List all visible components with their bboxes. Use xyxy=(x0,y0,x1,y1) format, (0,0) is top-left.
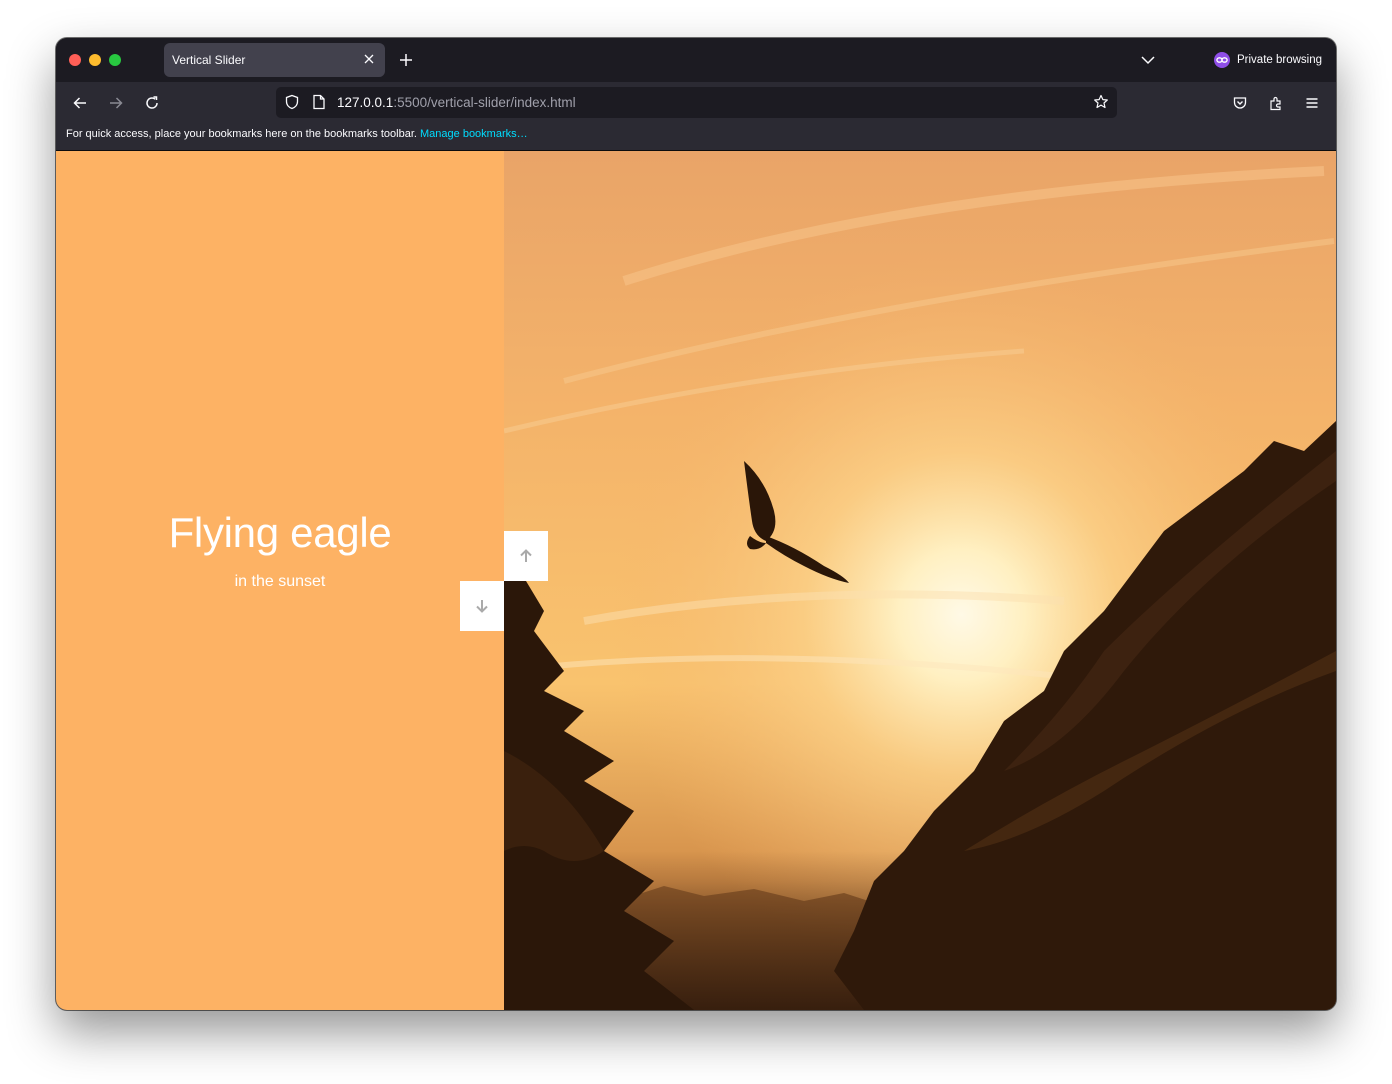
eagle-sunset-image xyxy=(504,151,1336,1010)
shield-icon[interactable] xyxy=(284,94,300,110)
url-bar[interactable]: 127.0.0.1:5500/vertical-slider/index.htm… xyxy=(276,87,1117,118)
left-slide: Flying eagle in the sunset xyxy=(56,151,504,1010)
close-icon[interactable] xyxy=(361,51,377,67)
plus-icon[interactable] xyxy=(398,52,414,68)
bookmarks-toolbar: For quick access, place your bookmarks h… xyxy=(56,124,1336,151)
navigation-bar: 127.0.0.1:5500/vertical-slider/index.htm… xyxy=(56,82,1336,124)
close-window-button[interactable] xyxy=(69,54,81,66)
slide-up-button[interactable] xyxy=(504,531,548,581)
tab-title: Vertical Slider xyxy=(172,53,246,67)
minimize-window-button[interactable] xyxy=(89,54,101,66)
forward-arrow-icon[interactable] xyxy=(108,95,124,111)
back-arrow-icon[interactable] xyxy=(72,95,88,111)
slide-subtitle: in the sunset xyxy=(234,572,326,590)
slide-title: Flying eagle xyxy=(168,508,392,556)
page-viewport: Flying eagle in the sunset xyxy=(56,151,1336,1010)
bookmarks-message: For quick access, place your bookmarks h… xyxy=(66,128,417,140)
tab-active[interactable]: Vertical Slider xyxy=(164,43,385,77)
extensions-icon[interactable] xyxy=(1268,95,1284,111)
arrow-up-icon xyxy=(520,549,532,562)
private-mask-icon xyxy=(1214,52,1230,68)
private-browsing-label: Private browsing xyxy=(1237,54,1323,66)
chevron-down-icon[interactable] xyxy=(1140,53,1156,67)
browser-window: Vertical Slider Private browsing 127.0.0… xyxy=(56,38,1336,1010)
right-slide-image xyxy=(504,151,1336,1010)
page-icon[interactable] xyxy=(312,94,326,110)
arrow-down-icon xyxy=(476,600,488,613)
tab-strip: Vertical Slider Private browsing xyxy=(56,38,1336,82)
url-text[interactable]: 127.0.0.1:5500/vertical-slider/index.htm… xyxy=(337,95,576,110)
private-browsing-indicator: Private browsing xyxy=(1214,52,1322,68)
star-icon[interactable] xyxy=(1093,94,1109,110)
slide-down-button[interactable] xyxy=(460,581,504,631)
pocket-icon[interactable] xyxy=(1232,95,1248,111)
reload-icon[interactable] xyxy=(144,95,160,111)
manage-bookmarks-link[interactable]: Manage bookmarks… xyxy=(420,128,528,140)
zoom-window-button[interactable] xyxy=(109,54,121,66)
menu-icon[interactable] xyxy=(1304,95,1320,111)
